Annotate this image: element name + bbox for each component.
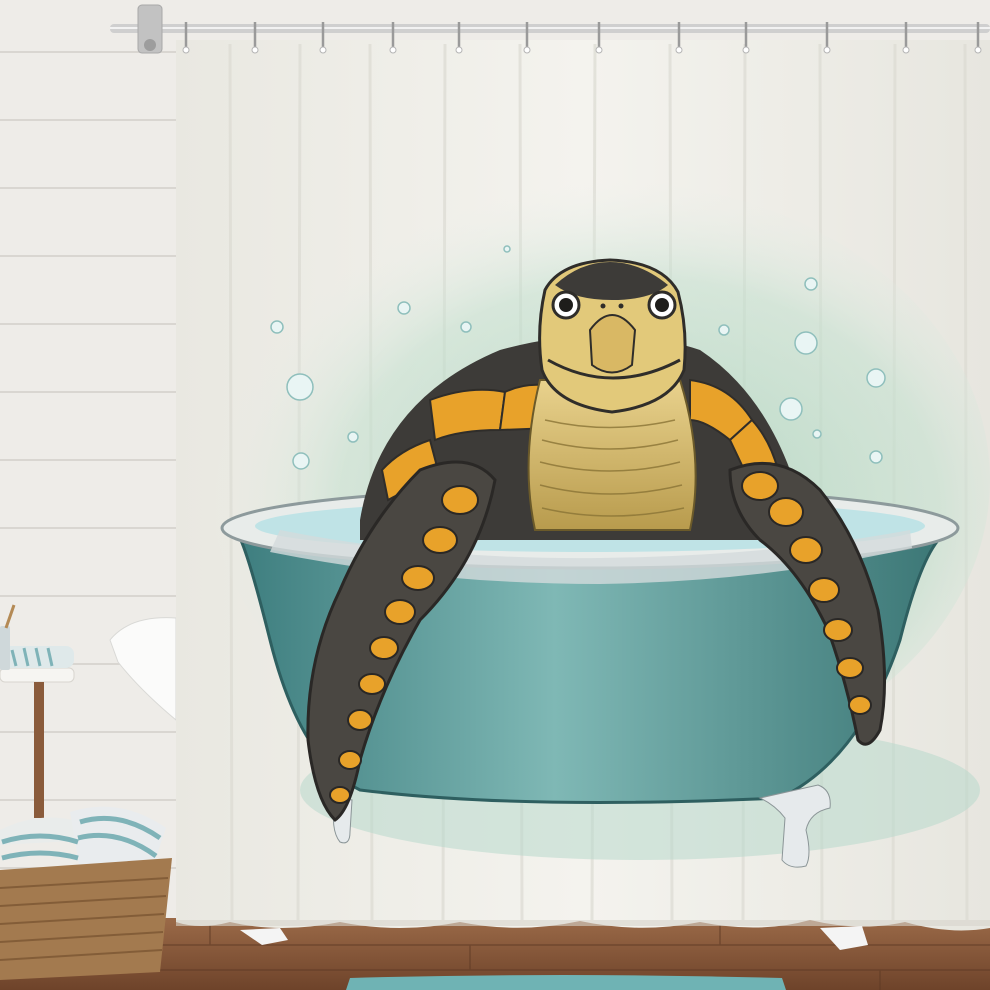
bath-rug [346, 975, 786, 990]
product-photo [0, 0, 990, 990]
towel-basket [0, 806, 172, 980]
